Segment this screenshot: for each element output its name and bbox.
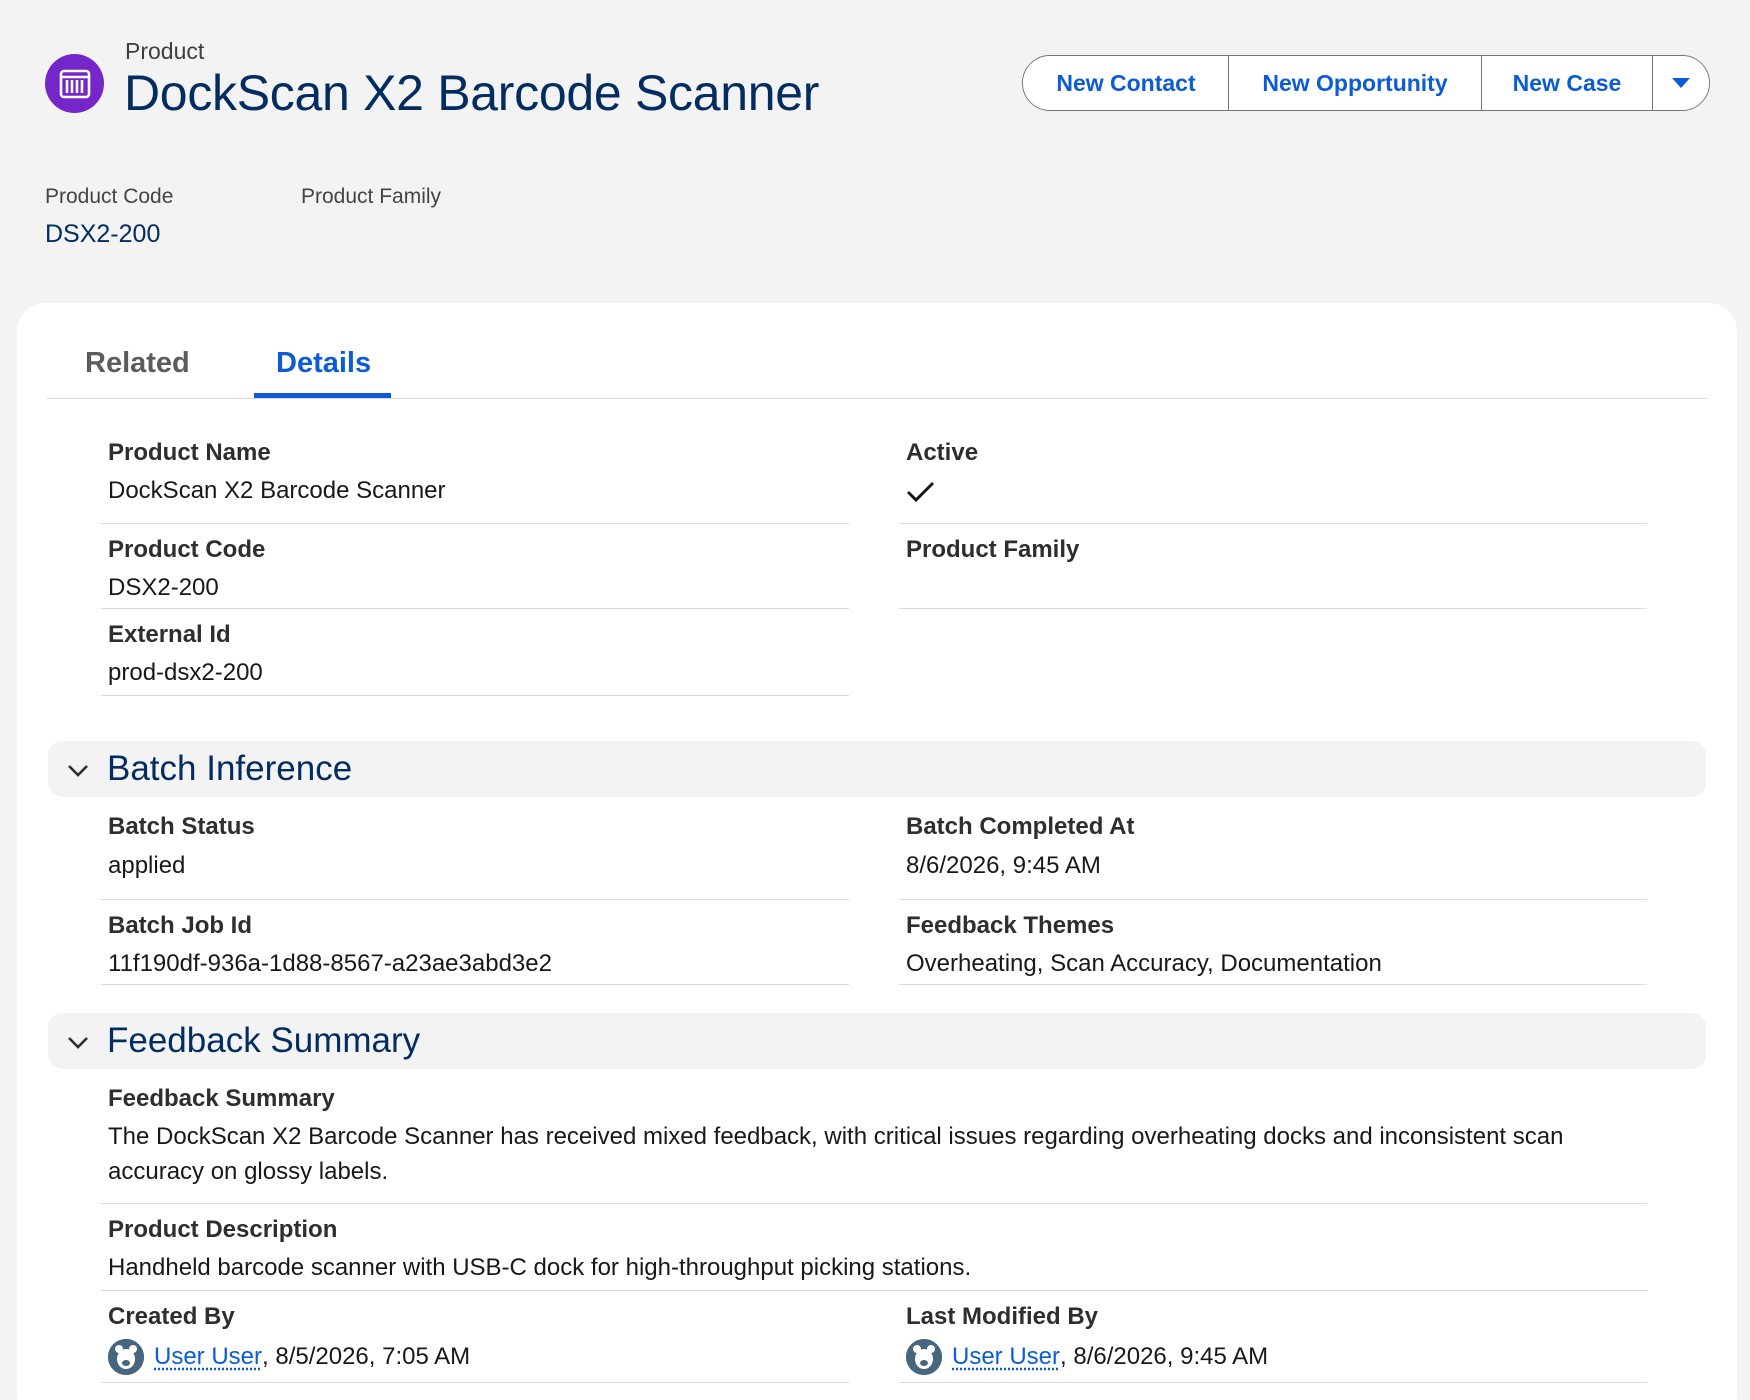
record-detail-card: Related Details Product Name DockScan X2…: [17, 303, 1737, 1400]
new-case-button[interactable]: New Case: [1482, 56, 1653, 110]
field-label: Last Modified By: [906, 1303, 1098, 1331]
new-contact-button[interactable]: New Contact: [1023, 56, 1229, 110]
field-product-description: Product Description Handheld barcode sca…: [101, 1204, 1647, 1291]
field-last-modified-by: Last Modified By User User , 8/6/2026, 9…: [899, 1291, 1647, 1383]
highlight-product-family: Product Family: [301, 185, 441, 220]
field-label: Batch Job Id: [108, 912, 252, 940]
created-by-user-link[interactable]: User User: [154, 1343, 262, 1371]
field-product-name: Product Name DockScan X2 Barcode Scanner: [101, 436, 849, 524]
created-date: , 8/5/2026, 7:05 AM: [262, 1343, 470, 1371]
active-tab-indicator: [254, 393, 391, 398]
last-modified-date: , 8/6/2026, 9:45 AM: [1060, 1343, 1268, 1371]
checkmark-icon: [906, 480, 936, 511]
field-product-family: Product Family: [899, 524, 1647, 609]
field-batch-completed-at: Batch Completed At 8/6/2026, 9:45 AM: [899, 808, 1647, 900]
field-label: Batch Completed At: [906, 813, 1134, 841]
tab-bar: Related Details: [47, 303, 1707, 399]
action-button-group: New Contact New Opportunity New Case: [1022, 55, 1710, 111]
highlight-value: DSX2-200: [45, 220, 173, 249]
field-label: Batch Status: [108, 813, 255, 841]
field-batch-status: Batch Status applied: [101, 808, 849, 900]
field-label: Feedback Themes: [906, 912, 1114, 940]
product-icon: [45, 54, 104, 113]
field-label: Product Name: [108, 439, 271, 467]
field-active: Active: [899, 436, 1647, 524]
user-reference: User User , 8/5/2026, 7:05 AM: [108, 1339, 470, 1375]
chevron-down-icon: [1671, 76, 1691, 90]
chevron-down-icon: [66, 1030, 90, 1054]
field-value: 11f190df-936a-1d88-8567-a23ae3abd3e2: [108, 950, 552, 978]
field-value: 8/6/2026, 9:45 AM: [906, 852, 1101, 880]
tab-related[interactable]: Related: [85, 347, 190, 380]
object-type-label: Product: [125, 38, 204, 65]
user-reference: User User , 8/6/2026, 9:45 AM: [906, 1339, 1268, 1375]
field-product-code: Product Code DSX2-200: [101, 524, 849, 609]
chevron-down-icon: [66, 758, 90, 782]
field-value: DockScan X2 Barcode Scanner: [108, 477, 446, 505]
user-avatar-icon: [906, 1339, 942, 1375]
field-value: Handheld barcode scanner with USB-C dock…: [108, 1254, 971, 1282]
highlight-product-code: Product Code DSX2-200: [45, 185, 173, 249]
field-batch-job-id: Batch Job Id 11f190df-936a-1d88-8567-a23…: [101, 900, 849, 985]
new-opportunity-button[interactable]: New Opportunity: [1229, 56, 1482, 110]
field-value: applied: [108, 852, 185, 880]
field-value: prod-dsx2-200: [108, 659, 263, 687]
field-label: Product Family: [906, 536, 1079, 564]
field-label: Feedback Summary: [108, 1085, 335, 1113]
field-label: Product Description: [108, 1216, 337, 1244]
highlight-label: Product Code: [45, 185, 173, 209]
field-feedback-themes: Feedback Themes Overheating, Scan Accura…: [899, 900, 1647, 985]
field-value: DSX2-200: [108, 574, 219, 602]
section-title: Batch Inference: [107, 749, 352, 789]
section-header-batch-inference[interactable]: Batch Inference: [48, 741, 1706, 797]
highlight-label: Product Family: [301, 185, 441, 209]
field-label: Product Code: [108, 536, 265, 564]
field-feedback-summary: Feedback Summary The DockScan X2 Barcode…: [101, 1080, 1647, 1204]
field-created-by: Created By User User , 8/5/2026, 7:05 AM: [101, 1291, 849, 1383]
section-header-feedback-summary[interactable]: Feedback Summary: [48, 1013, 1706, 1069]
field-label: Active: [906, 439, 978, 467]
user-avatar-icon: [108, 1339, 144, 1375]
field-label: External Id: [108, 621, 231, 649]
more-actions-button[interactable]: [1653, 56, 1709, 110]
field-label: Created By: [108, 1303, 235, 1331]
field-value: The DockScan X2 Barcode Scanner has rece…: [108, 1119, 1608, 1189]
page-title: DockScan X2 Barcode Scanner: [124, 64, 819, 122]
record-header: Product DockScan X2 Barcode Scanner New …: [0, 0, 1750, 300]
section-title: Feedback Summary: [107, 1021, 420, 1061]
tab-details[interactable]: Details: [276, 347, 371, 380]
last-modified-user-link[interactable]: User User: [952, 1343, 1060, 1371]
field-value: Overheating, Scan Accuracy, Documentatio…: [906, 950, 1382, 978]
field-external-id: External Id prod-dsx2-200: [101, 609, 849, 696]
